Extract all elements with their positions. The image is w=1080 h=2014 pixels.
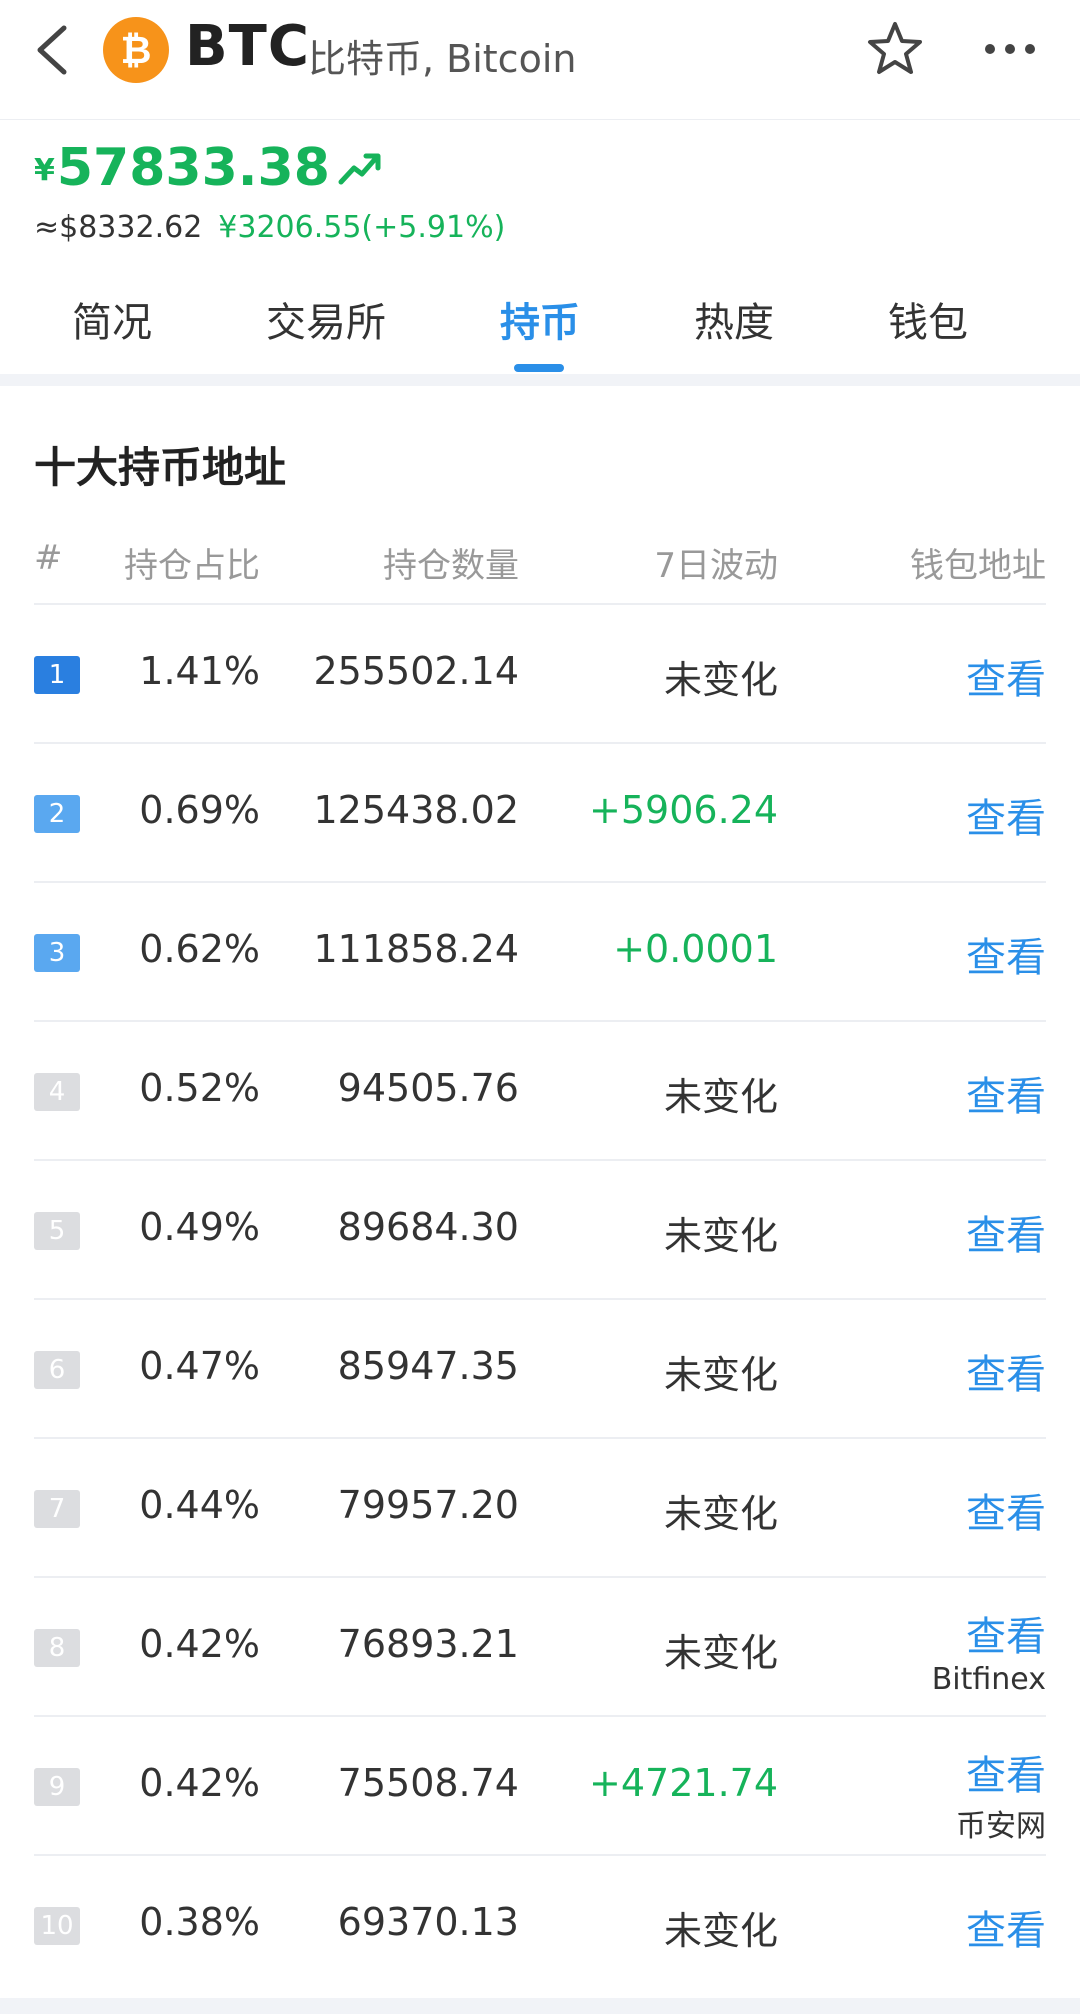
rank-badge: 1 — [34, 656, 80, 694]
view-address-link[interactable]: 查看 — [966, 1481, 1046, 1539]
seven-day-change: +0.0001 — [613, 927, 778, 971]
tab-popularity[interactable]: 热度 — [694, 290, 774, 348]
rank-badge: 6 — [34, 1351, 80, 1389]
usd-price: ≈$8332.62 — [34, 210, 203, 245]
holding-percent: 1.41% — [139, 649, 260, 693]
top-bar: ₿ BTC 比特币, Bitcoin — [0, 0, 1080, 120]
star-icon[interactable] — [866, 20, 924, 78]
view-address-link[interactable]: 查看 — [966, 1342, 1046, 1400]
view-address-link[interactable]: 查看 — [966, 1203, 1046, 1261]
svg-text:₿: ₿ — [121, 28, 152, 72]
holding-percent: 0.69% — [139, 788, 260, 832]
wallet-label: Bitfinex — [931, 1662, 1046, 1697]
bitcoin-icon: ₿ — [103, 17, 169, 83]
holding-quantity: 76893.21 — [337, 1622, 519, 1666]
holding-quantity: 79957.20 — [337, 1483, 519, 1527]
price-display: ¥ 57833.38 — [34, 140, 382, 196]
holding-percent: 0.62% — [139, 927, 260, 971]
tab-indicator — [514, 364, 564, 372]
price-value: 57833.38 — [56, 138, 330, 198]
holding-quantity: 75508.74 — [337, 1761, 519, 1805]
holding-quantity: 111858.24 — [313, 927, 520, 971]
seven-day-change: 未变化 — [663, 1214, 778, 1258]
price-change: ¥3206.55(+5.91%) — [218, 210, 506, 245]
seven-day-change: 未变化 — [663, 1353, 778, 1397]
rank-badge: 7 — [34, 1490, 80, 1528]
view-address-link[interactable]: 查看 — [966, 925, 1046, 983]
holding-percent: 0.42% — [139, 1622, 260, 1666]
divider — [0, 374, 1080, 386]
trend-up-icon — [338, 153, 381, 185]
holding-percent: 0.49% — [139, 1205, 260, 1249]
rank-badge: 8 — [34, 1629, 80, 1667]
view-address-link[interactable]: 查看 — [966, 1743, 1046, 1801]
rank-badge: 10 — [34, 1907, 80, 1945]
holding-quantity: 255502.14 — [313, 649, 520, 693]
holding-percent: 0.42% — [139, 1761, 260, 1805]
table-row: 6 0.47% 85947.35 未变化 查看 — [34, 1300, 1046, 1439]
seven-day-change: 未变化 — [663, 1075, 778, 1119]
table-row: 5 0.49% 89684.30 未变化 查看 — [34, 1161, 1046, 1300]
coin-ticker: BTC — [185, 14, 310, 79]
table-row: 7 0.44% 79957.20 未变化 查看 — [34, 1439, 1046, 1578]
table-header: # 持仓占比 持仓数量 7日波动 钱包地址 — [34, 520, 1046, 605]
header-wallet: 钱包地址 — [910, 546, 1046, 586]
holding-percent: 0.44% — [139, 1483, 260, 1527]
view-address-link[interactable]: 查看 — [966, 1604, 1046, 1662]
bottom-divider — [0, 1998, 1080, 2014]
view-address-link[interactable]: 查看 — [966, 786, 1046, 844]
table-body: 1 1.41% 255502.14 未变化 查看 2 0.69% 125438.02 +5906… — [34, 605, 1046, 1995]
header-qty: 持仓数量 — [383, 546, 519, 586]
seven-day-change: 未变化 — [663, 1631, 778, 1675]
price-sub-info: ≈$8332.62 ¥3206.55(+5.91%) — [34, 210, 505, 245]
section-title: 十大持币地址 — [34, 443, 287, 492]
view-address-link[interactable]: 查看 — [966, 647, 1046, 705]
table-row: 1 1.41% 255502.14 未变化 查看 — [34, 605, 1046, 744]
tab-holdings[interactable]: 持币 — [500, 290, 580, 348]
seven-day-change: +4721.74 — [589, 1761, 778, 1805]
seven-day-change: +5906.24 — [589, 788, 778, 832]
holding-quantity: 89684.30 — [337, 1205, 519, 1249]
rank-badge: 5 — [34, 1212, 80, 1250]
view-address-link[interactable]: 查看 — [966, 1064, 1046, 1122]
table-row: 4 0.52% 94505.76 未变化 查看 — [34, 1022, 1046, 1161]
holding-quantity: 125438.02 — [313, 788, 520, 832]
seven-day-change: 未变化 — [663, 658, 778, 702]
header-rank: # — [34, 538, 63, 578]
seven-day-change: 未变化 — [663, 1492, 778, 1536]
rank-badge: 3 — [34, 934, 80, 972]
coin-name: 比特币, Bitcoin — [308, 37, 577, 81]
table-row: 9 0.42% 75508.74 +4721.74 查看币安网 — [34, 1717, 1046, 1856]
holding-percent: 0.38% — [139, 1900, 260, 1944]
table-row: 3 0.62% 111858.24 +0.0001 查看 — [34, 883, 1046, 1022]
rank-badge: 2 — [34, 795, 80, 833]
tab-bar: 简况 交易所 持币 热度 钱包 — [0, 280, 1080, 376]
more-dots-icon[interactable] — [982, 36, 1038, 62]
holding-quantity: 69370.13 — [337, 1900, 519, 1944]
chevron-left-icon[interactable] — [30, 22, 74, 78]
wallet-label: 币安网 — [956, 1809, 1046, 1844]
rank-badge: 4 — [34, 1073, 80, 1111]
rank-badge: 9 — [34, 1768, 80, 1806]
holding-percent: 0.52% — [139, 1066, 260, 1110]
price-currency: ¥ — [34, 153, 55, 188]
holding-quantity: 94505.76 — [337, 1066, 519, 1110]
table-row: 10 0.38% 69370.13 未变化 查看 — [34, 1856, 1046, 1995]
header-pct: 持仓占比 — [124, 546, 260, 586]
holding-percent: 0.47% — [139, 1344, 260, 1388]
tab-wallet[interactable]: 钱包 — [888, 290, 968, 348]
seven-day-change: 未变化 — [663, 1909, 778, 1953]
tab-exchanges[interactable]: 交易所 — [266, 290, 386, 348]
holders-table: # 持仓占比 持仓数量 7日波动 钱包地址 1 1.41% 255502.14 未变化… — [34, 520, 1046, 1995]
header-vol: 7日波动 — [654, 546, 778, 586]
holding-quantity: 85947.35 — [337, 1344, 519, 1388]
table-row: 8 0.42% 76893.21 未变化 查看 Bitfinex — [34, 1578, 1046, 1717]
table-row: 2 0.69% 125438.02 +5906.24 查看 — [34, 744, 1046, 883]
tab-overview[interactable]: 简况 — [72, 290, 152, 348]
view-address-link[interactable]: 查看 — [966, 1898, 1046, 1956]
